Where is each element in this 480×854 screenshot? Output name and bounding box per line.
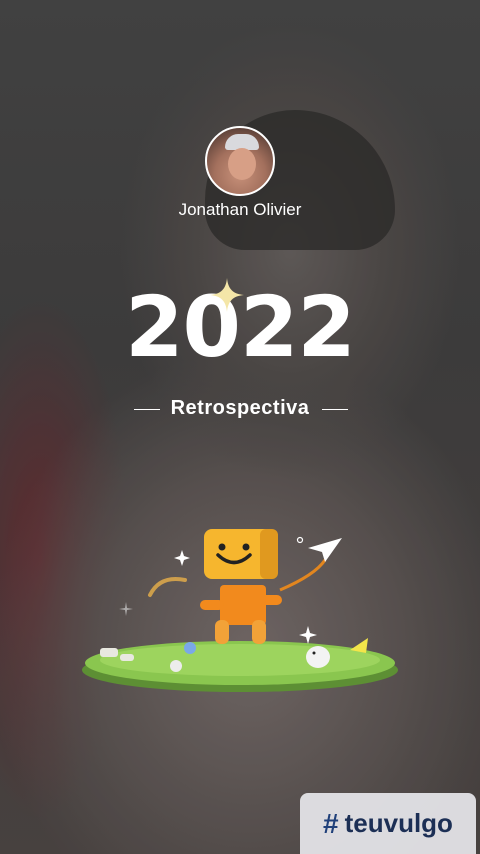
watermark-brand: teuvulgo [344, 808, 453, 838]
hashtag-icon: # [323, 807, 339, 839]
subtitle-line-right [322, 409, 348, 410]
sparkle-icon [210, 278, 244, 312]
avatar[interactable] [205, 126, 275, 196]
avatar-face-shape [228, 148, 256, 180]
mascot-illustration [82, 529, 398, 692]
subtitle: Retrospectiva [170, 397, 310, 419]
watermark-badge: # teuvulgo [300, 793, 476, 854]
profile-name: Jonathan Olivier [178, 200, 302, 219]
